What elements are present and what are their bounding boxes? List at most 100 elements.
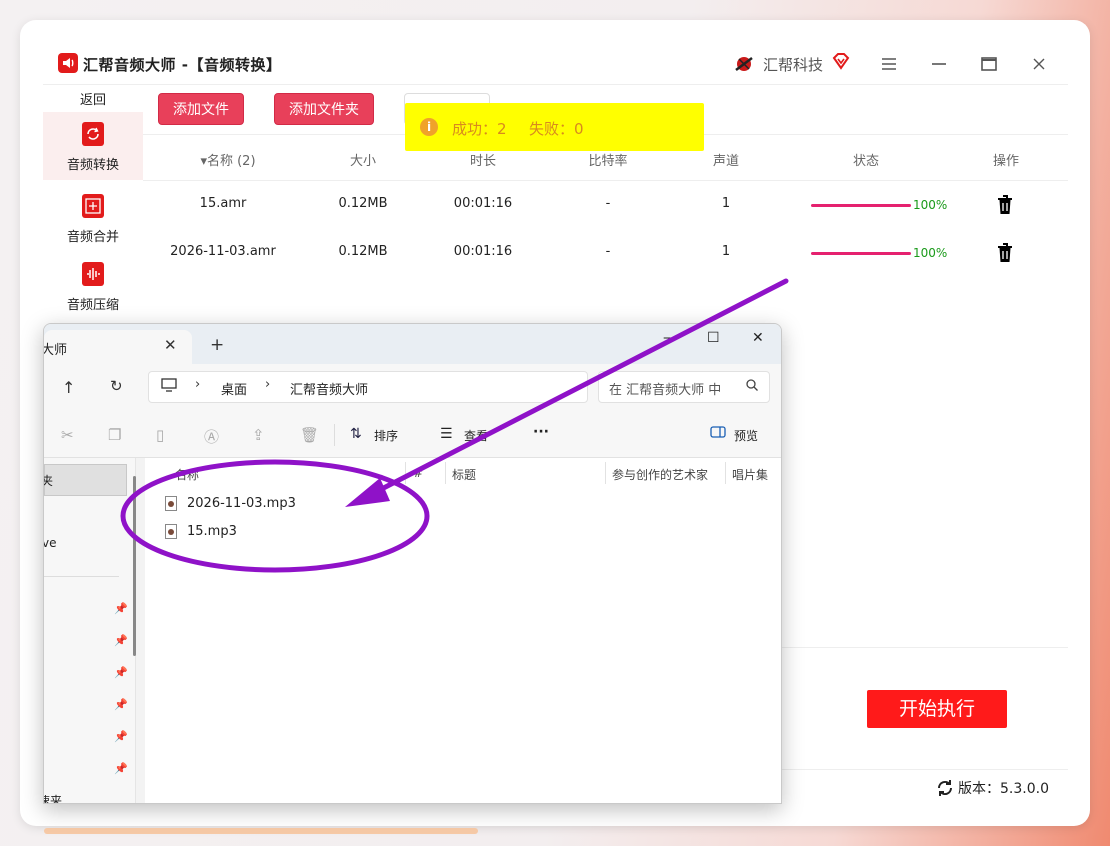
divider [44, 576, 119, 577]
column-name-header[interactable]: ▾名称 (2) [183, 150, 273, 169]
minimize-icon[interactable]: — [663, 330, 677, 346]
table-row[interactable]: 15.amr 0.12MB 00:01:16 - 1 100% [143, 182, 1068, 230]
column-size-header[interactable]: 大小 [338, 150, 388, 169]
explorer-tab-bar: 大师 ✕ + — ☐ ✕ [44, 324, 781, 364]
info-icon: i [420, 118, 438, 136]
file-size: 0.12MB [338, 244, 388, 259]
preview-button[interactable]: 预览 [734, 427, 758, 444]
search-input[interactable]: 在 汇帮音频大师 中 [598, 371, 770, 403]
explorer-tab[interactable]: 大师 ✕ [44, 330, 192, 364]
file-name: 15.mp3 [187, 524, 237, 539]
progress-bar [811, 252, 911, 255]
breadcrumb-folder[interactable]: 汇帮音频大师 [290, 379, 368, 398]
close-icon[interactable] [1025, 51, 1053, 77]
progress-percent: 100% [913, 246, 948, 260]
file-bitrate: - [605, 244, 611, 259]
close-icon[interactable]: ✕ [752, 330, 764, 346]
column-number-header[interactable]: # [413, 466, 423, 480]
brand-logo-icon [733, 53, 755, 75]
explorer-address-row: ↑ ↻ › 桌面 › 汇帮音频大师 在 汇帮音频大师 中 [44, 364, 781, 412]
menu-icon[interactable] [875, 51, 903, 77]
share-icon[interactable]: ⇪ [252, 426, 265, 444]
tab-close-icon[interactable]: ✕ [164, 336, 177, 354]
compress-icon [82, 262, 104, 286]
table-row[interactable]: 2026-11-03.amr 0.12MB 00:01:16 - 1 100% [143, 230, 1068, 278]
search-placeholder: 在 汇帮音频大师 中 [609, 383, 722, 398]
column-bitrate-header[interactable]: 比特率 [578, 150, 638, 169]
refresh-icon[interactable]: ↻ [110, 377, 123, 395]
file-explorer-window: 大师 ✕ + — ☐ ✕ ↑ ↻ › 桌面 › 汇帮音频大师 在 汇帮音频大师 … [43, 323, 782, 804]
vip-icon[interactable] [832, 52, 850, 74]
preview-pane-icon [710, 426, 726, 442]
sidebar-item-label: 音频压缩 [66, 298, 119, 313]
pin-icon[interactable]: 📌 [114, 602, 128, 615]
refresh-icon[interactable] [936, 779, 954, 801]
file-duration: 00:01:16 [453, 196, 513, 211]
decorative-strip [44, 828, 478, 834]
column-name-header[interactable]: 名称 [175, 466, 199, 483]
computer-icon [161, 378, 177, 396]
sidebar-item-merge[interactable]: 音频合并 [43, 184, 143, 252]
column-actions-header: 操作 [992, 154, 1019, 169]
app-title: 汇帮音频大师 -【音频转换】 [83, 56, 282, 74]
delete-icon[interactable]: 🗑 [300, 426, 319, 444]
sidebar-item-compress[interactable]: 音频压缩 [43, 252, 143, 320]
address-bar[interactable]: › 桌面 › 汇帮音频大师 [148, 371, 588, 403]
paste-icon[interactable]: ▯ [156, 426, 164, 444]
back-button[interactable]: 返回 [43, 89, 143, 111]
pin-icon[interactable]: 📌 [114, 666, 128, 679]
new-tab-icon[interactable]: + [210, 335, 224, 355]
file-name: 2026-11-03.mp3 [187, 496, 296, 511]
merge-icon [82, 194, 104, 218]
view-button[interactable]: 查看 [464, 427, 488, 444]
add-folder-button[interactable]: 添加文件夹 [274, 93, 374, 125]
sidebar-item-label: 音频转换 [66, 158, 119, 173]
file-channels: 1 [721, 244, 731, 259]
divider [605, 462, 606, 484]
trash-icon[interactable] [996, 243, 1014, 267]
explorer-file-list: 名称 # 标题 参与创作的艺术家 唱片集 2026-11-03.mp3 15.m… [145, 458, 781, 803]
maximize-icon[interactable] [975, 51, 1003, 77]
add-file-button[interactable]: 添加文件 [158, 93, 244, 125]
column-artist-header[interactable]: 参与创作的艺术家 [612, 466, 708, 483]
file-duration: 00:01:16 [453, 244, 513, 259]
column-title-header[interactable]: 标题 [452, 466, 476, 483]
copy-icon[interactable]: ❐ [108, 426, 121, 444]
sort-button[interactable]: 排序 [374, 427, 398, 444]
file-channels: 1 [721, 196, 731, 211]
nav-selected-item[interactable]: 夹 [44, 464, 127, 496]
cut-icon[interactable]: ✂ [61, 426, 74, 444]
divider [725, 462, 726, 484]
explorer-tab-title: 大师 [43, 343, 68, 358]
column-channels-header[interactable]: 声道 [701, 150, 751, 169]
search-icon [745, 378, 759, 396]
pin-icon[interactable]: 📌 [114, 762, 128, 775]
nav-item-onedrive[interactable]: ve [44, 536, 56, 550]
pin-icon[interactable]: 📌 [114, 634, 128, 647]
version-label: 版本：5.3.0.0 [958, 781, 1049, 797]
audio-file-icon [165, 496, 177, 511]
progress-bar [811, 204, 911, 207]
brand-name: 汇帮科技 [763, 56, 824, 74]
up-arrow-icon[interactable]: ↑ [62, 378, 75, 397]
sidebar-item-label: 音频合并 [66, 230, 119, 245]
rename-icon[interactable]: Ⓐ [204, 426, 219, 447]
more-options-button[interactable]: ··· [533, 424, 549, 440]
start-button[interactable]: 开始执行 [867, 690, 1007, 728]
trash-icon[interactable] [996, 195, 1014, 219]
explorer-nav-pane: 夹 ve 📌 📌 📌 📌 📌 📌 速来 [44, 458, 136, 803]
column-duration-header[interactable]: 时长 [458, 150, 508, 169]
minimize-icon[interactable] [925, 51, 953, 77]
breadcrumb-desktop[interactable]: 桌面 [221, 379, 247, 398]
nav-scrollbar[interactable] [133, 476, 136, 656]
divider [445, 462, 446, 484]
sidebar-item-convert[interactable]: 音频转换 [43, 112, 143, 180]
pin-icon[interactable]: 📌 [114, 730, 128, 743]
file-name: 15.amr [199, 196, 247, 211]
maximize-icon[interactable]: ☐ [707, 330, 720, 346]
column-album-header[interactable]: 唱片集 [732, 466, 768, 483]
success-count: 成功：2 [452, 120, 507, 138]
file-bitrate: - [605, 196, 611, 211]
nav-item-label[interactable]: 速来 [44, 792, 62, 803]
pin-icon[interactable]: 📌 [114, 698, 128, 711]
